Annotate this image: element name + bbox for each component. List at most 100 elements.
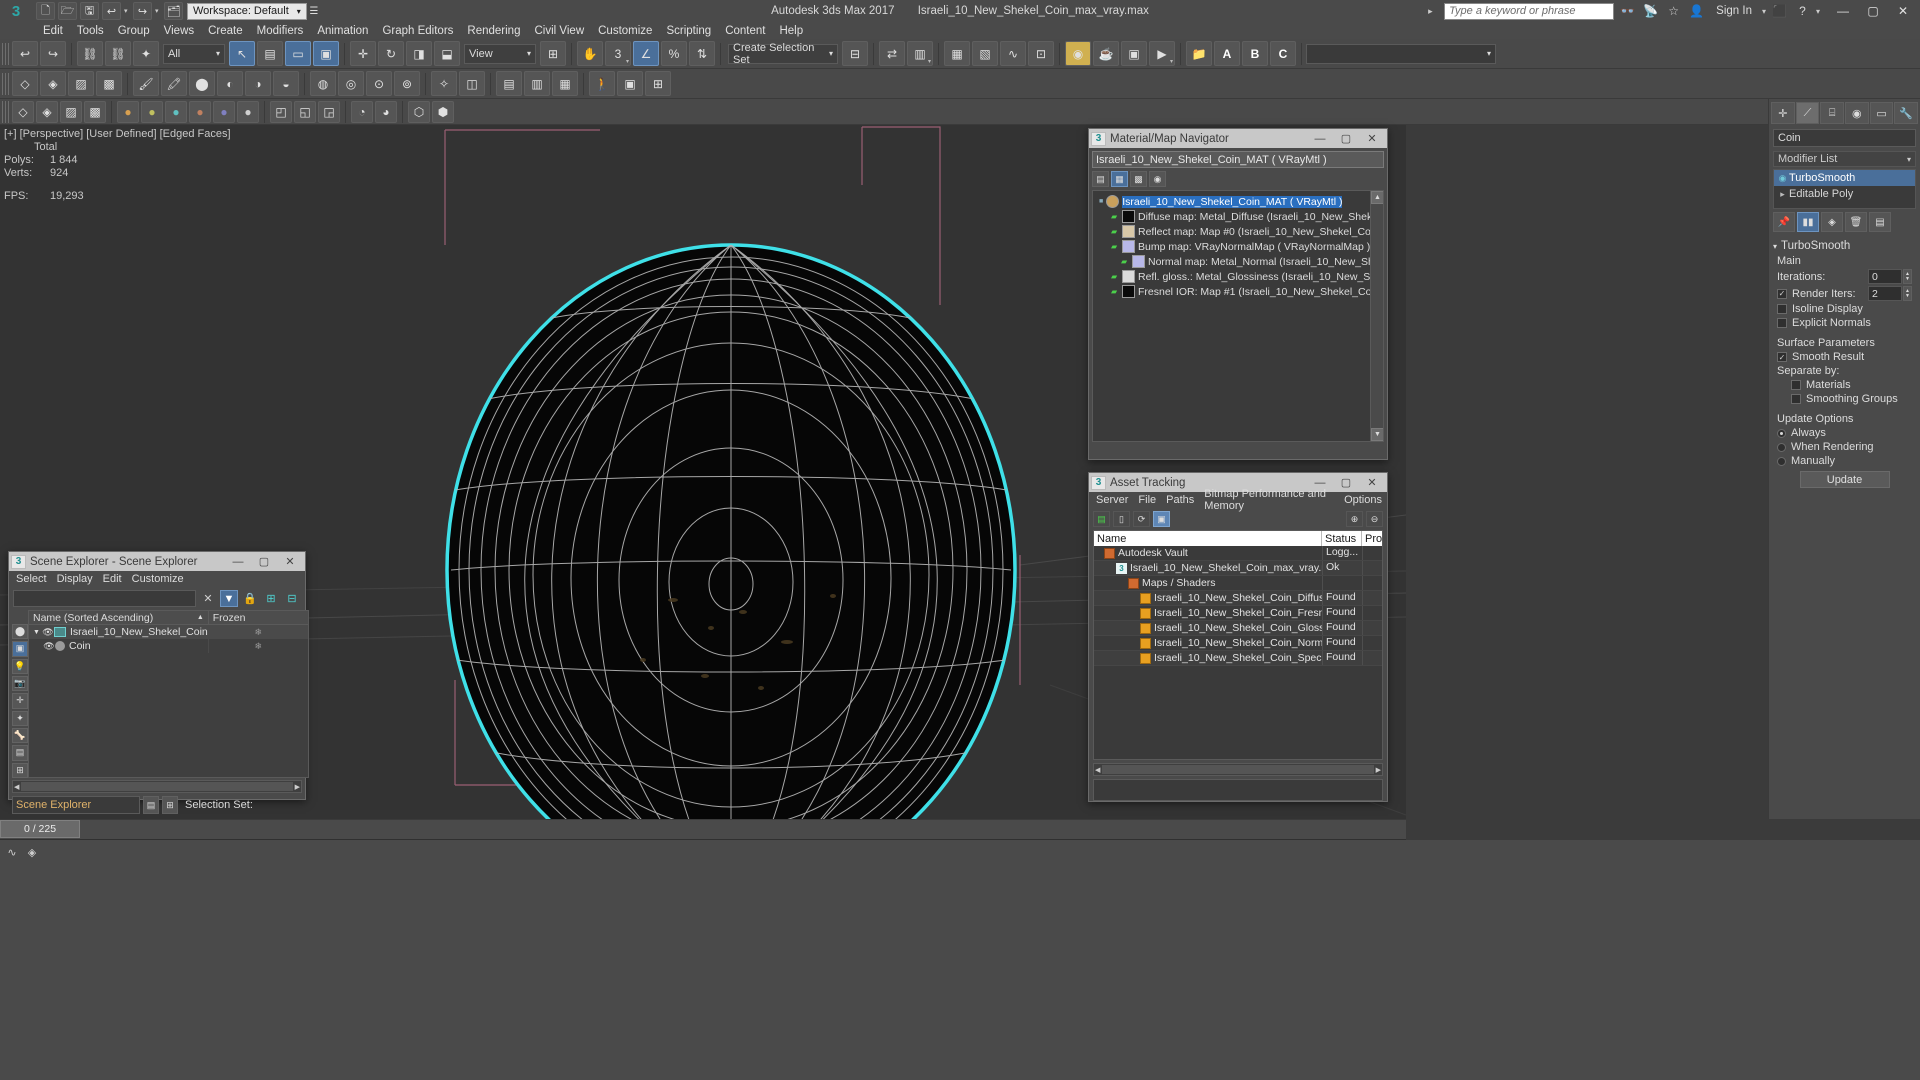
- menu-group[interactable]: Group: [111, 24, 157, 38]
- select-link-icon[interactable]: ⛓: [77, 41, 103, 66]
- paint-tool-5-icon[interactable]: ◑: [245, 71, 271, 96]
- mat-preview-6-icon[interactable]: ●: [237, 100, 259, 123]
- large-icons-view-icon[interactable]: ◉: [1149, 171, 1166, 187]
- table-row[interactable]: Maps / Shaders: [1094, 576, 1382, 591]
- separate-smoothing-groups-row[interactable]: Smoothing Groups: [1769, 392, 1920, 406]
- use-pivot-point-center-icon[interactable]: ⊞: [540, 41, 566, 66]
- update-always-radio[interactable]: [1777, 428, 1786, 438]
- asset-path-field[interactable]: [1093, 779, 1383, 801]
- light-tool-3-icon[interactable]: ⊙: [366, 71, 392, 96]
- filter-input[interactable]: [13, 590, 196, 607]
- scrollbar-thumb[interactable]: [21, 782, 293, 791]
- tree-row[interactable]: ▰ Reflect map: Map #0 (Israeli_10_New_Sh…: [1093, 224, 1383, 239]
- track-view-icon[interactable]: ∿: [4, 844, 20, 860]
- menu-bitmap-performance[interactable]: Bitmap Performance and Memory: [1199, 488, 1339, 512]
- mat-preview-5-icon[interactable]: ●: [213, 100, 235, 123]
- table-row[interactable]: 3 Israeli_10_New_Shekel_Coin_max_vray.ma…: [1094, 561, 1382, 576]
- extra-tool-4-icon[interactable]: ⬢: [432, 100, 454, 123]
- edit-named-selection-sets-icon[interactable]: ⊟: [842, 41, 868, 66]
- table-row[interactable]: Autodesk Vault Logg...: [1094, 546, 1382, 561]
- update-manually-radio[interactable]: [1777, 456, 1786, 466]
- render-iters-value[interactable]: 2: [1868, 286, 1902, 301]
- layer-list-icon[interactable]: ▤: [143, 796, 159, 814]
- caddy-tool-2-icon[interactable]: ▥: [524, 71, 550, 96]
- extra-tool-1-icon[interactable]: ◔: [351, 100, 373, 123]
- smooth-result-checkbox[interactable]: ✓: [1777, 352, 1787, 362]
- check-out-icon[interactable]: ▯: [1113, 511, 1130, 527]
- material-name-field[interactable]: Israeli_10_New_Shekel_Coin_MAT ( VRayMtl…: [1092, 151, 1384, 168]
- menu-paths[interactable]: Paths: [1161, 494, 1199, 506]
- isoline-display-checkbox[interactable]: [1777, 304, 1787, 314]
- material-navigator-title-bar[interactable]: 3 Material/Map Navigator — ▢ ✕: [1089, 129, 1387, 148]
- modifier-list-dropdown[interactable]: Modifier List ▾: [1773, 151, 1916, 167]
- display-all-icon[interactable]: ⬤: [12, 624, 28, 640]
- menu-civil-view[interactable]: Civil View: [527, 24, 591, 38]
- create-tab[interactable]: ✛: [1771, 102, 1795, 124]
- scroll-up-icon[interactable]: ▲: [1371, 191, 1383, 204]
- percent-snap-toggle-icon[interactable]: %: [661, 41, 687, 66]
- coin-mesh[interactable]: [443, 240, 1043, 819]
- column-frozen[interactable]: Frozen: [207, 611, 308, 624]
- iterations-spinner[interactable]: 0 ▲ ▼: [1868, 269, 1912, 284]
- text-c-icon[interactable]: C: [1270, 41, 1296, 66]
- tree-row[interactable]: ■ Israeli_10_New_Shekel_Coin_MAT ( VRayM…: [1093, 194, 1383, 209]
- unlink-selection-icon[interactable]: ⛓: [105, 41, 131, 66]
- schematic-view-icon[interactable]: ⊡: [1028, 41, 1054, 66]
- scene-horizontal-scrollbar[interactable]: ◀ ▶: [12, 780, 302, 793]
- menu-file[interactable]: File: [1133, 494, 1161, 506]
- collapse-tree-icon[interactable]: ⊟: [283, 590, 301, 607]
- paint-tool-4-icon[interactable]: ◐: [217, 71, 243, 96]
- text-b-icon[interactable]: B: [1242, 41, 1268, 66]
- caddy-tool-3-icon[interactable]: ▦: [552, 71, 578, 96]
- spinner-snap-toggle-icon[interactable]: ⇅: [689, 41, 715, 66]
- select-and-manipulate-icon[interactable]: ✋: [577, 41, 603, 66]
- mat-preview-2-icon[interactable]: ●: [141, 100, 163, 123]
- eye-visibility-icon[interactable]: 👁: [42, 627, 54, 638]
- spinner-arrows-icon[interactable]: ▲ ▼: [1903, 286, 1912, 301]
- material-map-tree[interactable]: ■ Israeli_10_New_Shekel_Coin_MAT ( VRayM…: [1092, 190, 1384, 442]
- maximize-button[interactable]: ▢: [251, 552, 277, 571]
- render-iters-checkbox[interactable]: ✓: [1777, 288, 1787, 299]
- display-helpers-icon[interactable]: ✛: [12, 693, 28, 709]
- caddy-tool-1-icon[interactable]: ▤: [496, 71, 522, 96]
- explicit-normals-row[interactable]: Explicit Normals: [1769, 316, 1920, 330]
- display-geometry-icon[interactable]: ▣: [12, 641, 28, 657]
- reference-coordinate-dropdown[interactable]: View ▾: [464, 43, 536, 64]
- paint-tool-1-icon[interactable]: 🖌: [133, 71, 159, 96]
- update-manually-row[interactable]: Manually: [1769, 454, 1920, 468]
- close-button[interactable]: ✕: [1359, 129, 1385, 148]
- uv-tool-3-icon[interactable]: ◲: [318, 100, 340, 123]
- toolbar-grip[interactable]: [2, 72, 9, 95]
- display-bones-icon[interactable]: 🦴: [12, 727, 28, 744]
- collapse-triangle-icon[interactable]: ▼: [31, 629, 42, 636]
- named-selection-set-dropdown[interactable]: Create Selection Set ▾: [728, 42, 838, 66]
- modeling-ribbon-2-icon[interactable]: ◈: [36, 100, 58, 123]
- expand-all-icon[interactable]: ⊕: [1346, 511, 1363, 527]
- tree-row[interactable]: ▰ Fresnel IOR: Map #1 (Israeli_10_New_Sh…: [1093, 284, 1383, 299]
- lightbulb-icon[interactable]: ◉: [1776, 173, 1789, 184]
- turbosmooth-rollout-header[interactable]: ▾ TurboSmooth: [1769, 238, 1920, 254]
- update-when-rendering-row[interactable]: When Rendering: [1769, 440, 1920, 454]
- table-row[interactable]: Israeli_10_New_Shekel_Coin_Fresnel.png F…: [1094, 606, 1382, 621]
- medium-icons-view-icon[interactable]: ▩: [1130, 171, 1147, 187]
- pin-stack-icon[interactable]: 📌: [1773, 212, 1795, 232]
- menu-server[interactable]: Server: [1091, 494, 1133, 506]
- select-object-icon[interactable]: ↖: [229, 41, 255, 66]
- poly-modeling-4-icon[interactable]: ▩: [96, 71, 122, 96]
- table-row[interactable]: Israeli_10_New_Shekel_Coin_Diffuse.png F…: [1094, 591, 1382, 606]
- tree-row[interactable]: ▰ Normal map: Metal_Normal (Israeli_10_N…: [1093, 254, 1383, 269]
- maximize-button[interactable]: ▢: [1333, 129, 1359, 148]
- bind-space-warp-icon[interactable]: ✦: [133, 41, 159, 66]
- lock-selection-icon[interactable]: 🔒: [241, 590, 259, 607]
- menu-modifiers[interactable]: Modifiers: [250, 24, 311, 38]
- scroll-left-icon[interactable]: ◀: [1095, 766, 1100, 774]
- expand-tree-icon[interactable]: ⊞: [262, 590, 280, 607]
- menu-edit[interactable]: Edit: [36, 24, 70, 38]
- list-view-icon[interactable]: ▤: [1092, 171, 1109, 187]
- modeling-ribbon-1-icon[interactable]: ◇: [12, 100, 34, 123]
- mat-preview-1-icon[interactable]: ●: [117, 100, 139, 123]
- remove-modifier-icon[interactable]: 🗑: [1845, 212, 1867, 232]
- modify-tab[interactable]: ⟋: [1795, 102, 1820, 124]
- paint-tool-3-icon[interactable]: ⬤: [189, 71, 215, 96]
- xref-tool-icon[interactable]: ⊞: [645, 71, 671, 96]
